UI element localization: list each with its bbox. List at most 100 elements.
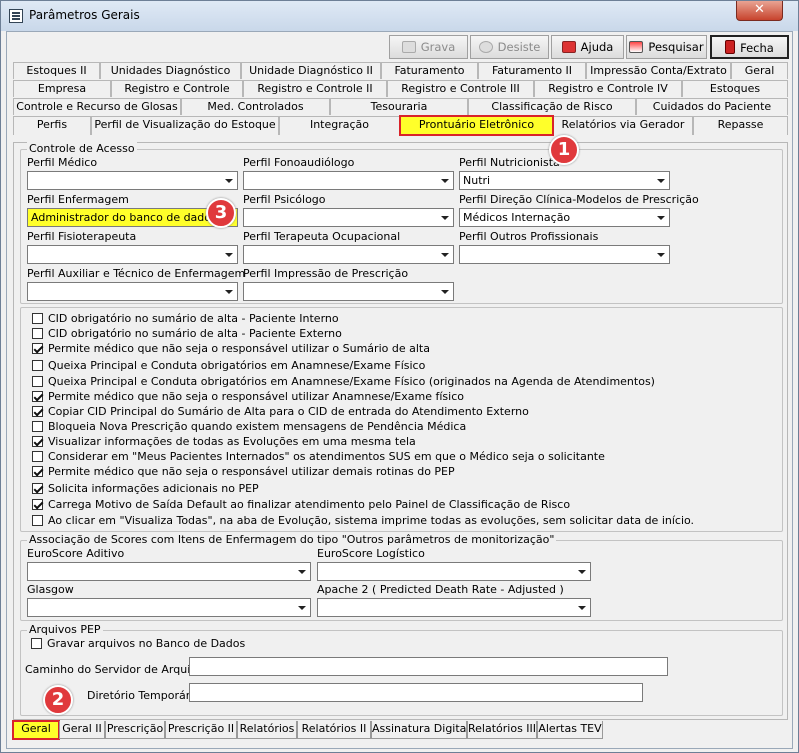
perfil-nutri-select[interactable]: Nutri xyxy=(459,171,670,190)
option-checkbox[interactable]: Permite médico que não seja o responsáve… xyxy=(32,342,430,357)
tab-classificacao-risco[interactable]: Classificação de Risco xyxy=(468,98,636,115)
chevron-down-icon[interactable] xyxy=(436,246,453,263)
checkbox[interactable] xyxy=(32,483,43,494)
bottom-tab-prescricao[interactable]: Prescrição xyxy=(105,721,165,739)
checkbox[interactable] xyxy=(32,515,43,526)
apache-select[interactable] xyxy=(317,598,591,617)
option-checkbox[interactable]: Copiar CID Principal do Sumário de Alta … xyxy=(32,405,529,420)
option-checkbox[interactable]: Ao clicar em "Visualiza Todas", na aba d… xyxy=(32,514,694,529)
chevron-down-icon[interactable] xyxy=(220,172,237,189)
option-checkbox[interactable]: CID obrigatório no sumário de alta - Pac… xyxy=(32,327,342,342)
checkbox[interactable] xyxy=(31,638,42,649)
ajuda-button[interactable]: Ajuda xyxy=(551,35,624,59)
chevron-down-icon[interactable] xyxy=(652,246,669,263)
bottom-tab-geral-ii[interactable]: Geral II xyxy=(59,721,105,739)
tab-registro-controle[interactable]: Registro e Controle xyxy=(111,80,243,97)
glasgow-select[interactable] xyxy=(27,598,311,617)
option-checkbox[interactable]: CID obrigatório no sumário de alta - Pac… xyxy=(32,312,339,327)
option-checkbox[interactable]: Queixa Principal e Conduta obrigatórios … xyxy=(32,375,655,390)
chevron-down-icon[interactable] xyxy=(436,209,453,226)
bottom-tab-geral[interactable]: Geral xyxy=(12,720,60,740)
perfil-to-select[interactable] xyxy=(243,245,454,264)
tab-registro-controle-iv[interactable]: Registro e Controle IV xyxy=(534,80,682,97)
perfil-direcao-select[interactable]: Médicos Internação xyxy=(459,208,670,227)
option-checkbox[interactable]: Carrega Motivo de Saída Default ao final… xyxy=(32,498,570,513)
chevron-down-icon[interactable] xyxy=(573,599,590,616)
option-checkbox[interactable]: Solicita informações adicionais no PEP xyxy=(32,482,259,497)
checkbox[interactable] xyxy=(32,376,43,387)
tab-estoques[interactable]: Estoques xyxy=(682,80,788,97)
perfil-outros-select[interactable] xyxy=(459,245,670,264)
tab-registro-controle-ii[interactable]: Registro e Controle II xyxy=(243,80,387,97)
bottom-tab-prescricao-ii[interactable]: Prescrição II xyxy=(165,721,237,739)
tab-repasse[interactable]: Repasse xyxy=(693,116,788,135)
perfil-impressao-select[interactable] xyxy=(243,282,454,301)
euroscore-aditivo-select[interactable] xyxy=(27,562,311,581)
grava-button[interactable]: Grava xyxy=(389,35,468,59)
tab-unidades-diagnostico[interactable]: Unidades Diagnóstico xyxy=(100,62,241,79)
tab-cuidados-paciente[interactable]: Cuidados do Paciente xyxy=(636,98,788,115)
checkbox[interactable] xyxy=(32,391,43,402)
option-checkbox[interactable]: Considerar em "Meus Pacientes Internados… xyxy=(32,450,605,465)
checkbox[interactable] xyxy=(32,406,43,417)
perfil-aux-select[interactable] xyxy=(27,282,238,301)
tab-empresa[interactable]: Empresa xyxy=(13,80,111,97)
desiste-button[interactable]: Desiste xyxy=(470,35,549,59)
chevron-down-icon[interactable] xyxy=(293,599,310,616)
tab-faturamento[interactable]: Faturamento xyxy=(381,62,478,79)
chevron-down-icon[interactable] xyxy=(436,172,453,189)
tab-med-controlados[interactable]: Med. Controlados xyxy=(181,98,330,115)
tab-prontuario-eletronico[interactable]: Prontuário Eletrônico xyxy=(399,115,554,136)
option-checkbox[interactable]: Permite médico que não seja o responsáve… xyxy=(32,465,455,480)
tab-unidade-diagnostico-ii[interactable]: Unidade Diagnóstico II xyxy=(241,62,381,79)
gravar-arquivos-checkbox[interactable]: Gravar arquivos no Banco de Dados xyxy=(31,637,245,652)
tab-estoques-ii[interactable]: Estoques II xyxy=(13,62,100,79)
bottom-tab-relatorios[interactable]: Relatórios xyxy=(237,721,297,739)
chevron-down-icon[interactable] xyxy=(573,563,590,580)
chevron-down-icon[interactable] xyxy=(436,283,453,300)
chevron-down-icon[interactable] xyxy=(220,283,237,300)
perfil-psicologo-select[interactable] xyxy=(243,208,454,227)
checkbox[interactable] xyxy=(32,343,43,354)
tab-integracao[interactable]: Integração xyxy=(279,116,400,135)
checkbox[interactable] xyxy=(32,313,43,324)
caminho-servidor-input[interactable] xyxy=(189,657,668,676)
option-checkbox[interactable]: Visualizar informações de todas as Evolu… xyxy=(32,435,416,450)
option-checkbox[interactable]: Queixa Principal e Conduta obrigatórios … xyxy=(32,359,425,374)
tab-perfil-visualizacao-estoque[interactable]: Perfil de Visualização do Estoque xyxy=(91,116,279,135)
perfil-medico-select[interactable] xyxy=(27,171,238,190)
chevron-down-icon[interactable] xyxy=(652,209,669,226)
checkbox[interactable] xyxy=(32,360,43,371)
checkbox[interactable] xyxy=(32,328,43,339)
option-checkbox[interactable]: Permite médico que não seja o responsáve… xyxy=(32,390,464,405)
perfil-fisio-select[interactable] xyxy=(27,245,238,264)
checkbox[interactable] xyxy=(32,451,43,462)
tab-faturamento-ii[interactable]: Faturamento II xyxy=(478,62,586,79)
tab-geral[interactable]: Geral xyxy=(731,62,788,79)
bottom-tab-relatorios-iii[interactable]: Relatórios III xyxy=(467,721,537,739)
tab-impressao-conta-extrato[interactable]: Impressão Conta/Extrato xyxy=(586,62,731,79)
tab-relatorios-via-gerador[interactable]: Relatórios via Gerador xyxy=(553,116,693,135)
bottom-tab-alertas-tev[interactable]: Alertas TEV xyxy=(537,721,603,739)
tab-tesouraria[interactable]: Tesouraria xyxy=(330,98,468,115)
checkbox[interactable] xyxy=(32,421,43,432)
checkbox[interactable] xyxy=(32,499,43,510)
fecha-button[interactable]: Fecha xyxy=(710,35,789,59)
chevron-down-icon[interactable] xyxy=(220,246,237,263)
tab-controle-recurso-glosas[interactable]: Controle e Recurso de Glosas xyxy=(13,98,181,115)
chevron-down-icon[interactable] xyxy=(652,172,669,189)
perfil-psicologo-label: Perfil Psicólogo xyxy=(243,193,326,206)
tab-registro-controle-iii[interactable]: Registro e Controle III xyxy=(387,80,534,97)
chevron-down-icon[interactable] xyxy=(293,563,310,580)
bottom-tab-assinatura-digital[interactable]: Assinatura Digital xyxy=(371,721,469,739)
checkbox[interactable] xyxy=(32,466,43,477)
bottom-tab-relatorios-ii[interactable]: Relatórios II xyxy=(297,721,371,739)
window-close-button[interactable]: ✕ xyxy=(736,1,783,21)
checkbox[interactable] xyxy=(32,436,43,447)
option-checkbox[interactable]: Bloqueia Nova Prescrição quando existem … xyxy=(32,420,466,435)
tab-perfis[interactable]: Perfis xyxy=(13,116,91,135)
perfil-fono-select[interactable] xyxy=(243,171,454,190)
euroscore-logistico-select[interactable] xyxy=(317,562,591,581)
diretorio-temporario-input[interactable] xyxy=(189,683,643,702)
pesquisar-button[interactable]: Pesquisar xyxy=(626,35,707,59)
